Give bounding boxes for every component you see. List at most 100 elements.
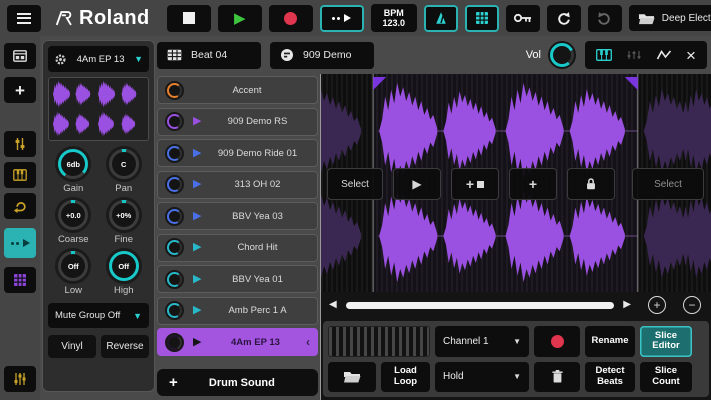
rail-step-sequencer-button[interactable]: [4, 267, 36, 293]
pad-row-accent[interactable]: Accent: [157, 76, 318, 104]
vinyl-button[interactable]: Vinyl: [48, 335, 96, 358]
select-mode-button-right[interactable]: Select: [632, 168, 704, 200]
high-knob[interactable]: Off: [106, 248, 142, 284]
load-loop-button[interactable]: Load Loop: [381, 362, 430, 393]
record-button[interactable]: [269, 5, 313, 32]
tab-beat-04[interactable]: Beat 04: [157, 42, 261, 69]
gear-icon: [54, 53, 67, 66]
pad-row[interactable]: ▶ 909 Demo Ride 01: [157, 139, 318, 167]
follow-playback-button[interactable]: [320, 5, 364, 32]
zoom-in-button[interactable]: +: [648, 296, 666, 314]
pad-knob[interactable]: [165, 270, 184, 289]
pad-knob[interactable]: [165, 144, 184, 163]
pad-play-icon[interactable]: ▶: [193, 274, 205, 285]
high-value: Off: [112, 254, 136, 278]
coarse-knob[interactable]: +0.0: [55, 197, 91, 233]
pad-name: BBV Yea 03: [205, 211, 310, 222]
pad-knob[interactable]: [165, 238, 184, 257]
load-sample-button[interactable]: [328, 362, 376, 393]
lock-button[interactable]: [567, 168, 615, 200]
rename-button[interactable]: Rename: [585, 326, 635, 357]
main-menu-button[interactable]: [7, 5, 41, 32]
undo-button[interactable]: [547, 5, 581, 32]
keyboard-view-icon[interactable]: [596, 49, 612, 61]
record-icon: [284, 12, 297, 25]
pad-knob[interactable]: [165, 175, 184, 194]
hold-mode-dropdown[interactable]: Hold ▼: [435, 362, 529, 393]
bpm-display[interactable]: BPM 123.0: [371, 4, 417, 32]
metronome-icon: [434, 11, 448, 25]
low-knob[interactable]: Off: [55, 248, 91, 284]
zoom-out-button[interactable]: −: [683, 296, 701, 314]
plus-icon: +: [653, 299, 660, 311]
channel-dropdown[interactable]: Channel 1 ▼: [435, 326, 529, 357]
scroll-left-icon[interactable]: ◀: [329, 300, 337, 310]
pan-knob[interactable]: C: [106, 146, 142, 182]
pad-row-selected[interactable]: ▶ 4Am EP 13 ‹: [157, 328, 318, 356]
follow-icon: [332, 14, 351, 22]
select-mode-button-left[interactable]: Select: [327, 168, 383, 200]
pad-knob[interactable]: [165, 112, 184, 131]
slice-count-button[interactable]: Slice Count: [640, 362, 692, 393]
rail-loop-button[interactable]: [4, 193, 36, 219]
rail-channel-settings-button[interactable]: [4, 131, 36, 157]
reverse-button[interactable]: Reverse: [101, 335, 149, 358]
pad-row[interactable]: ▶ Chord Hit: [157, 234, 318, 262]
fine-knob[interactable]: +0%: [106, 197, 142, 233]
grid-quantize-button[interactable]: [465, 5, 499, 32]
pad-knob[interactable]: [165, 301, 184, 320]
pad-play-icon[interactable]: ▶: [193, 179, 205, 190]
mute-group-dropdown[interactable]: Mute Group Off ▼: [48, 303, 149, 328]
add-slice-marker-button[interactable]: +: [451, 168, 499, 200]
bpm-label: BPM: [384, 8, 404, 18]
sample-record-button[interactable]: [534, 326, 580, 357]
pad-knob[interactable]: [165, 333, 184, 352]
project-file-button[interactable]: Deep Electro Beat: [629, 5, 711, 31]
delete-button[interactable]: [534, 362, 580, 393]
pad-play-icon[interactable]: ▶: [193, 148, 205, 159]
add-drum-sound-button[interactable]: + Drum Sound: [157, 369, 318, 396]
waveform-scrollbar: ◀ ▶ + −: [321, 292, 711, 318]
collapse-chevron-icon[interactable]: ‹: [306, 335, 310, 349]
tab-909-demo[interactable]: 909 Demo: [270, 42, 374, 69]
metronome-button[interactable]: [424, 5, 458, 32]
pad-row[interactable]: ▶ 313 OH 02: [157, 171, 318, 199]
pad-selector-dropdown[interactable]: 4Am EP 13 ▼: [48, 46, 149, 72]
pad-play-icon[interactable]: ▶: [193, 242, 205, 253]
pad-row[interactable]: ▶ Amb Perc 1 A: [157, 297, 318, 325]
pad-row[interactable]: ▶ BBV Yea 03: [157, 202, 318, 230]
pad-knob[interactable]: [165, 81, 184, 100]
high-label: High: [114, 285, 134, 296]
sample-thumbnail[interactable]: [48, 77, 149, 141]
gain-knob[interactable]: 6db: [55, 146, 91, 182]
envelope-view-icon[interactable]: [656, 49, 672, 61]
rail-mixer-button[interactable]: [4, 366, 36, 392]
rail-add-track-button[interactable]: +: [4, 77, 36, 103]
scroll-right-icon[interactable]: ▶: [623, 300, 631, 310]
pad-row[interactable]: ▶ 909 Demo RS: [157, 108, 318, 136]
play-button[interactable]: ▶: [218, 5, 262, 32]
volume-knob[interactable]: [548, 41, 576, 69]
pad-play-icon[interactable]: ▶: [193, 337, 205, 348]
preview-play-button[interactable]: ▶: [393, 168, 441, 200]
hamburger-icon: [17, 10, 31, 26]
pad-play-icon[interactable]: ▶: [193, 305, 205, 316]
add-pad-label: Drum Sound: [178, 377, 306, 389]
pad-play-icon[interactable]: ▶: [193, 211, 205, 222]
mixer-view-icon[interactable]: [626, 49, 642, 61]
pad-knob[interactable]: [165, 207, 184, 226]
redo-button[interactable]: [588, 5, 622, 32]
detect-beats-button[interactable]: Detect Beats: [585, 362, 635, 393]
add-button[interactable]: +: [509, 168, 557, 200]
rail-sampler-button-active[interactable]: [4, 228, 36, 258]
close-icon[interactable]: ×: [686, 47, 696, 64]
rail-keyboard-button[interactable]: [4, 162, 36, 188]
waveform-editor[interactable]: Select ▶ + +: [321, 74, 711, 292]
scrollbar-thumb[interactable]: [346, 302, 615, 309]
slice-editor-button-active[interactable]: Slice Editor: [640, 326, 692, 357]
stop-button[interactable]: [167, 5, 211, 32]
pad-row[interactable]: ▶ BBV Yea 01: [157, 265, 318, 293]
rail-drum-machine-button[interactable]: [4, 43, 36, 69]
key-lock-button[interactable]: [506, 5, 540, 32]
pad-play-icon[interactable]: ▶: [193, 116, 205, 127]
